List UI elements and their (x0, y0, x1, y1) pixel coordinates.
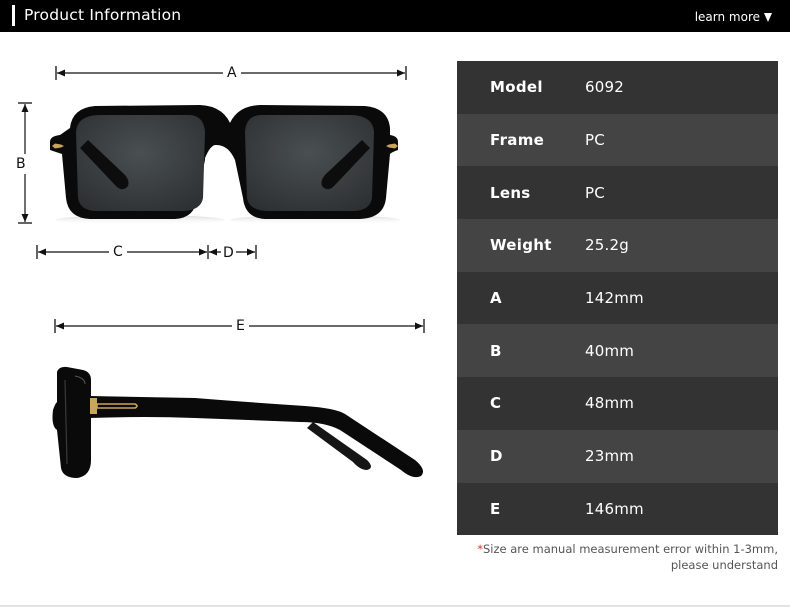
spec-row-b: B 40mm (457, 324, 778, 378)
sunglasses-side-view (45, 360, 430, 489)
spec-value: 6092 (585, 78, 624, 97)
spec-table: Model 6092 Frame PC Lens PC Weight 25.2g… (457, 61, 778, 536)
spec-row-d: D 23mm (457, 429, 778, 483)
dimension-d-label: D (221, 245, 236, 261)
header-bar: Product Information learn more (0, 0, 790, 32)
measurement-note: *Size are manual measurement error withi… (477, 541, 778, 573)
dimension-c-label: C (109, 244, 127, 260)
spec-label: E (490, 499, 501, 518)
spec-value: 40mm (585, 341, 635, 360)
dimension-e-line: E (54, 318, 425, 334)
learn-more-label: learn more (694, 10, 760, 24)
spec-value: PC (585, 131, 605, 150)
spec-value: 48mm (585, 394, 635, 413)
spec-label: D (490, 447, 503, 466)
spec-label: A (490, 289, 502, 308)
measurement-note-line-2: please understand (670, 558, 778, 572)
spec-row-weight: Weight 25.2g (457, 219, 778, 272)
note-text: Size are manual measurement error within… (482, 542, 778, 556)
spec-label: Lens (490, 183, 531, 202)
dimension-e-label: E (232, 318, 249, 334)
spec-value: PC (585, 183, 605, 202)
spec-row-c: C 48mm (457, 377, 778, 430)
dimension-d-line: D (208, 245, 257, 261)
spec-value: 146mm (585, 499, 644, 518)
spec-row-e: E 146mm (457, 482, 778, 536)
sunglasses-front-view (40, 98, 410, 232)
learn-more-link[interactable]: learn more (695, 9, 772, 25)
dimension-b-line: B (15, 102, 32, 224)
spec-row-frame: Frame PC (457, 113, 778, 167)
spec-label: C (490, 394, 502, 413)
spec-value: 23mm (585, 447, 635, 466)
spec-label: Frame (490, 131, 545, 150)
dimension-b-label: B (15, 154, 27, 174)
spec-value: 142mm (585, 289, 644, 308)
spec-label: Model (490, 78, 543, 97)
spec-row-model: Model 6092 (457, 61, 778, 114)
dimension-a-label: A (223, 65, 241, 81)
page-title: Product Information (24, 6, 182, 24)
header-accent-bar (12, 5, 15, 26)
spec-label: Weight (490, 236, 552, 255)
spec-value: 25.2g (585, 236, 629, 255)
dimension-c-line: C (36, 244, 209, 260)
measurement-note-line-1: *Size are manual measurement error withi… (477, 541, 778, 557)
triangle-down-icon (764, 13, 772, 22)
spec-label: B (490, 341, 502, 360)
spec-row-a: A 142mm (457, 271, 778, 325)
dimension-a-line: A (55, 65, 407, 81)
spec-row-lens: Lens PC (457, 166, 778, 220)
